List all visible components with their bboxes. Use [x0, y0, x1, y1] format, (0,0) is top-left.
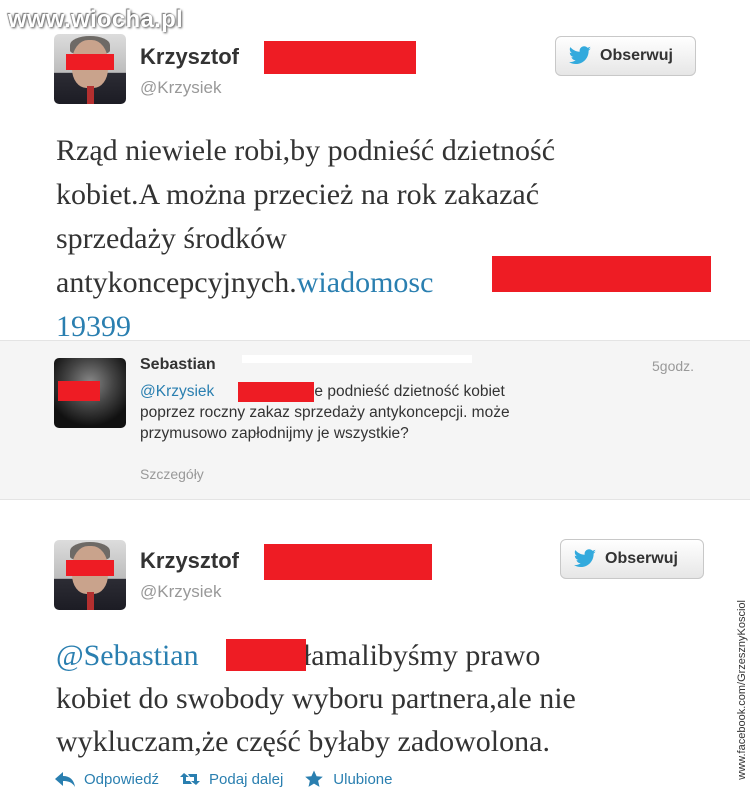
- name-redaction: [264, 544, 432, 580]
- face-redaction: [66, 560, 114, 576]
- tweet-line-text: antykoncepcyjnych.: [56, 266, 297, 299]
- favorite-action[interactable]: Ulubione: [303, 770, 393, 788]
- twitter-bird-icon: [568, 46, 591, 64]
- article-link[interactable]: wiadomosc: [297, 266, 434, 299]
- link-redaction: [492, 256, 711, 292]
- reply-text-line: chce podnieść dzietność kobiet: [290, 383, 505, 400]
- reply-mention[interactable]: @Krzysiek: [140, 383, 214, 400]
- author-handle[interactable]: @Krzysiek: [140, 78, 222, 98]
- mention-redaction: [226, 639, 306, 671]
- tweet-line: sprzedaży środków: [56, 222, 287, 255]
- retweet-action[interactable]: Podaj dalej: [179, 770, 283, 788]
- tweet-line: wykluczam,że część byłaby zadowolona.: [56, 725, 550, 758]
- reply-text-line: poprzez roczny zakaz sprzedaży antykonce…: [140, 404, 510, 421]
- follow-label: Obserwuj: [600, 47, 673, 64]
- tweet-text: Rząd niewiele robi,by podnieść dzietność…: [56, 129, 736, 349]
- tweet-actions: Odpowiedź Podaj dalej Ulubione: [54, 770, 393, 788]
- site-watermark: www.wiocha.pl: [8, 6, 184, 33]
- author-handle[interactable]: @Krzysiek: [140, 582, 222, 602]
- author-name[interactable]: Krzysztof: [140, 44, 239, 70]
- reply-text-line: przymusowo zapłodnijmy je wszystkie?: [140, 425, 409, 442]
- face-redaction: [66, 54, 114, 70]
- reply-action[interactable]: Odpowiedź: [54, 770, 159, 788]
- tweet-line: kobiet.A można przecież na rok zakazać: [56, 178, 540, 211]
- author-name[interactable]: Krzysztof: [140, 548, 239, 574]
- reply-face-redaction: [58, 381, 100, 401]
- reply-handle-redaction: [238, 382, 314, 402]
- tweet-line: Rząd niewiele robi,by podnieść dzietność: [56, 134, 556, 167]
- tweet-line-text: Złamalibyśmy prawo: [284, 639, 541, 672]
- reply-text: @Krzysiek chce podnieść dzietność kobiet …: [140, 381, 620, 444]
- follow-label: Obserwuj: [605, 550, 678, 567]
- name-redaction: [264, 41, 416, 74]
- facebook-watermark: www.facebook.com/GrzesznyKosciol: [736, 600, 748, 780]
- reply-name-redaction: [242, 355, 472, 363]
- star-icon: [305, 770, 324, 787]
- reply-arrow-icon: [55, 772, 75, 787]
- reply-label: Odpowiedź: [84, 770, 160, 788]
- twitter-bird-icon: [573, 549, 596, 567]
- retweet-label: Podaj dalej: [209, 770, 284, 788]
- details-link[interactable]: Szczegóły: [140, 466, 204, 482]
- reply-timestamp[interactable]: 5godz.: [652, 358, 694, 374]
- mention-link[interactable]: @Sebastian: [56, 639, 199, 672]
- tweet-line: kobiet do swobody wyboru partnera,ale ni…: [56, 682, 576, 715]
- follow-button[interactable]: Obserwuj: [555, 36, 696, 76]
- retweet-icon: [180, 773, 201, 785]
- follow-button[interactable]: Obserwuj: [560, 539, 704, 579]
- tweet-text: @Sebastian Złamalibyśmy prawo kobiet do s…: [56, 634, 736, 763]
- favorite-label: Ulubione: [333, 770, 393, 788]
- reply-author-name[interactable]: Sebastian: [140, 356, 216, 374]
